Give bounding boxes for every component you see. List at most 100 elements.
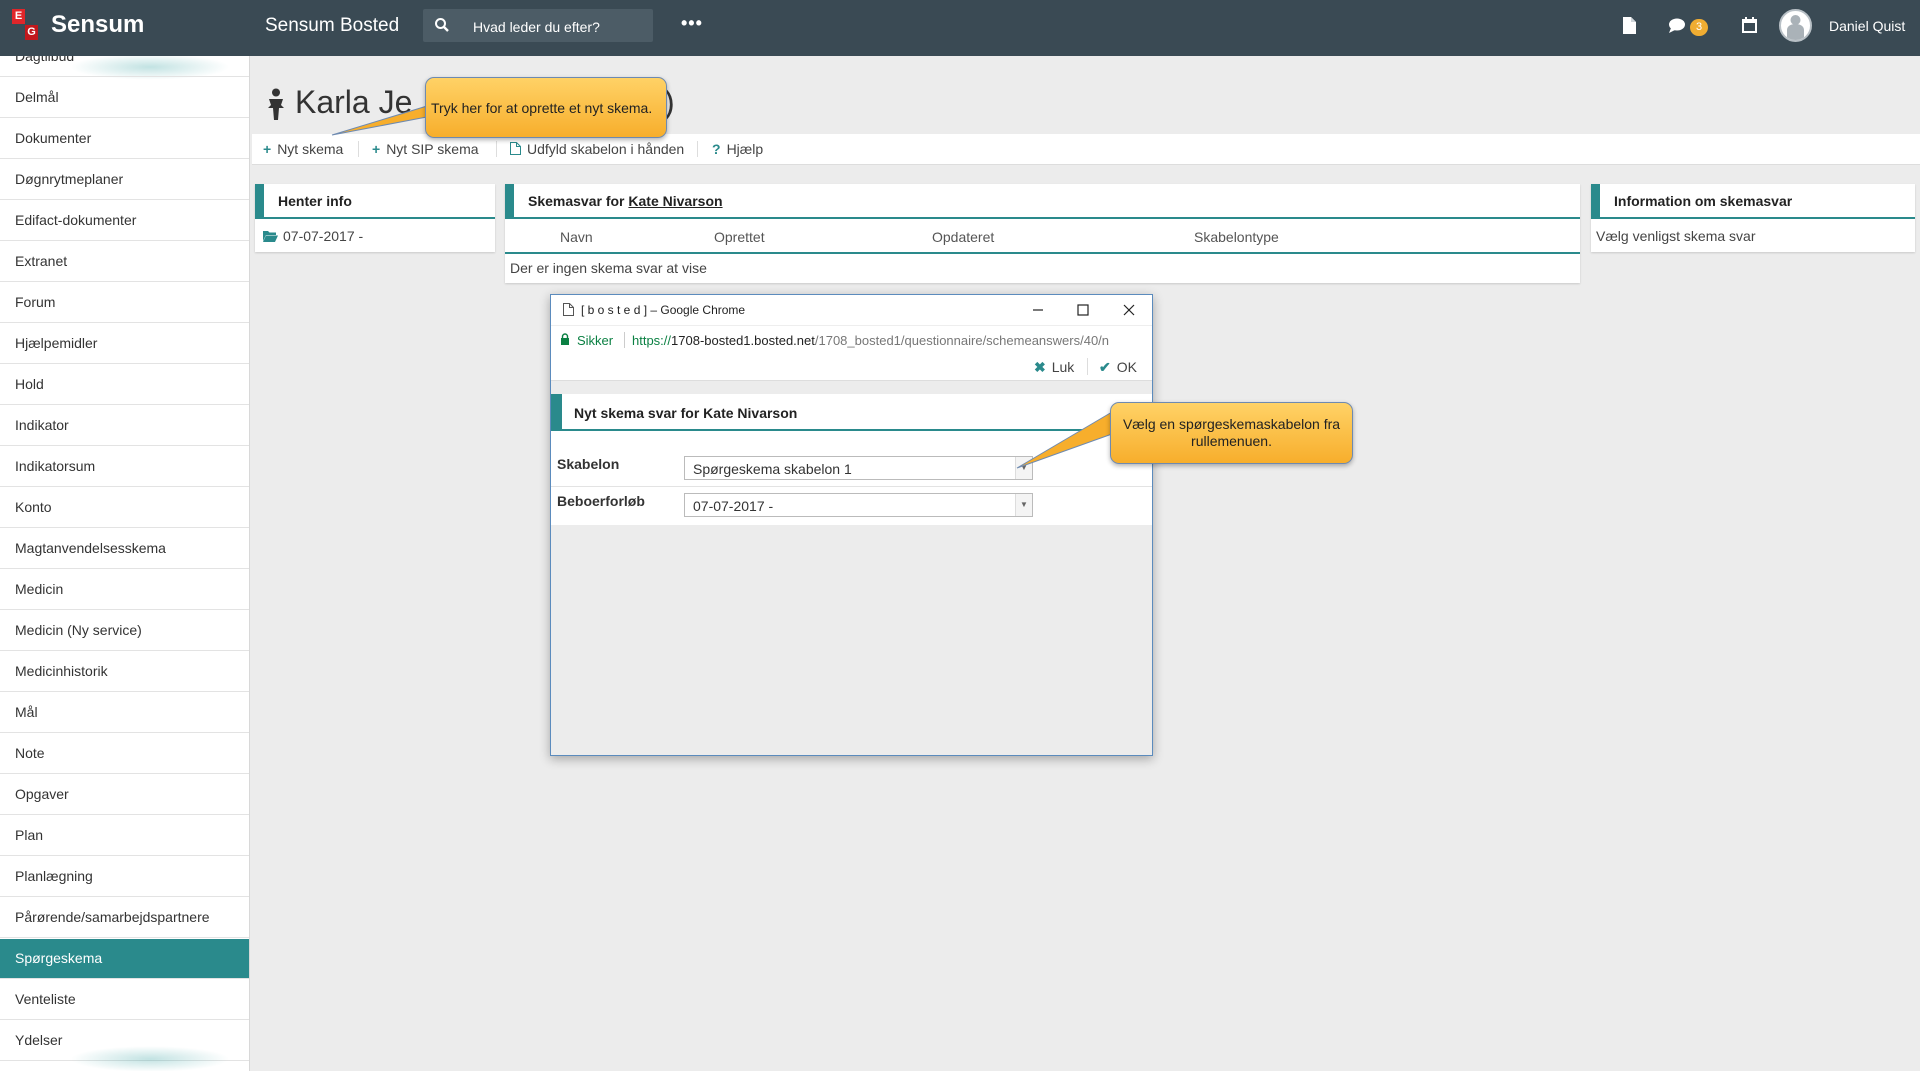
url-path: /1708_bosted1/questionnaire/schemeanswer… <box>814 333 1110 348</box>
app-name[interactable]: Sensum Bosted <box>265 15 399 37</box>
sidebar-item-label: Opgaver <box>15 786 69 802</box>
new-sip-scheme-button[interactable]: + Nyt SIP skema <box>372 141 479 157</box>
sidebar-item-label: Delmål <box>15 89 59 105</box>
sidebar-item-dagtilbud[interactable]: Dagtilbud <box>0 56 249 77</box>
help-button[interactable]: ? Hjælp <box>712 141 763 157</box>
sidebar-item-pårørende-samarbejdspartnere[interactable]: Pårørende/samarbejdspartnere <box>0 898 249 938</box>
close-icon[interactable] <box>1122 303 1136 317</box>
sidebar-item-magtanvendelsesskema[interactable]: Magtanvendelsesskema <box>0 529 249 569</box>
chevron-down-icon[interactable]: ▼ <box>1015 494 1032 516</box>
sidebar-item-konto[interactable]: Konto <box>0 488 249 528</box>
sidebar-item-label: Medicinhistorik <box>15 663 108 679</box>
sidebar-item-label: Mål <box>15 704 38 720</box>
eg-logo[interactable]: E G <box>12 9 40 41</box>
skabelon-select[interactable]: Spørgeskema skabelon 1 ▼ <box>684 456 1033 480</box>
sidebar-item-døgnrytmeplaner[interactable]: Døgnrytmeplaner <box>0 160 249 200</box>
user-silhouette-icon <box>1787 15 1804 40</box>
minimize-icon[interactable] <box>1031 303 1045 317</box>
secure-label: Sikker <box>577 333 614 348</box>
top-bar: E G Sensum Sensum Bosted ••• 3 Daniel Qu… <box>0 0 1920 56</box>
sidebar-item-edifact-dokumenter[interactable]: Edifact-dokumenter <box>0 201 249 241</box>
sidebar-item-medicin[interactable]: Medicin <box>0 570 249 610</box>
file-icon <box>510 142 521 155</box>
sidebar-item-hjælpemidler[interactable]: Hjælpemidler <box>0 324 249 364</box>
sidebar-item-note[interactable]: Note <box>0 734 249 774</box>
sidebar-item-label: Extranet <box>15 253 68 269</box>
scheme-info-panel: Information om skemasvar Vælg venligst s… <box>1591 184 1915 252</box>
sidebar-item-indikatorsum[interactable]: Indikatorsum <box>0 447 249 487</box>
sidebar-item-indikator[interactable]: Indikator <box>0 406 249 446</box>
sidebar-item-label: Ydelser <box>15 1032 63 1048</box>
sidebar-item-dokumenter[interactable]: Dokumenter <box>0 119 249 159</box>
sidebar-item-medicinhistorik[interactable]: Medicinhistorik <box>0 652 249 692</box>
sidebar-item-label: Medicin (Ny service) <box>15 622 142 638</box>
plus-icon: + <box>263 141 272 157</box>
avatar[interactable] <box>1779 9 1812 42</box>
sidebar: Dagtilbud Delmål Dokumenter Døgnrytmeplaner… <box>0 56 250 1071</box>
sidebar-item-label: Note <box>15 745 45 761</box>
sidebar-item-hold[interactable]: Hold <box>0 365 249 405</box>
folder-open-icon <box>263 231 278 242</box>
brand-name: Sensum <box>51 11 145 38</box>
sidebar-item-planlægning[interactable]: Planlægning <box>0 857 249 897</box>
fill-template-by-hand-button[interactable]: Udfyld skabelon i hånden <box>510 141 684 157</box>
sidebar-item-forum[interactable]: Forum <box>0 283 249 323</box>
toolbar-divider <box>697 141 698 157</box>
column-header-opdateret[interactable]: Opdateret <box>932 229 994 245</box>
sidebar-item-mål[interactable]: Mål <box>0 693 249 733</box>
person-link[interactable]: Kate Nivarson <box>628 193 722 209</box>
panel-header: Information om skemasvar <box>1591 184 1915 219</box>
panel-title: Skemasvar for Kate Nivarson <box>528 193 723 209</box>
column-header-navn[interactable]: Navn <box>560 229 593 245</box>
sidebar-item-spørgeskema[interactable]: Spørgeskema <box>0 939 249 979</box>
new-scheme-tooltip: Tryk her for at oprette et nyt skema. <box>425 77 667 138</box>
tooltip-text: Tryk her for at oprette et nyt skema. <box>431 100 653 116</box>
message-count-badge: 3 <box>1690 19 1708 36</box>
logo-letter-e: E <box>12 9 25 24</box>
search-input[interactable] <box>471 9 650 44</box>
popup-titlebar[interactable]: [ b o s t e d ] – Google Chrome <box>551 295 1152 325</box>
henter-item-label: 07-07-2017 - <box>283 228 364 244</box>
panel-title-prefix: Skemasvar for <box>528 193 625 209</box>
toolbar-divider <box>358 141 359 157</box>
search-box[interactable] <box>423 9 653 44</box>
column-header-skabelontype[interactable]: Skabelontype <box>1194 229 1279 245</box>
sidebar-item-plan[interactable]: Plan <box>0 816 249 856</box>
beboerforlob-select[interactable]: 07-07-2017 - ▼ <box>684 493 1033 517</box>
sidebar-item-delmål[interactable]: Delmål <box>0 78 249 118</box>
form-row-skabelon: Skabelon Spørgeskema skabelon 1 ▼ <box>551 449 1152 487</box>
sidebar-item-opgaver[interactable]: Opgaver <box>0 775 249 815</box>
new-scheme-button[interactable]: + Nyt skema <box>263 141 343 157</box>
sidebar-item-label: Plan <box>15 827 44 843</box>
chevron-down-icon[interactable]: ▼ <box>1015 457 1032 479</box>
henter-item[interactable]: 07-07-2017 - <box>263 228 363 244</box>
close-dialog-button[interactable]: ✖ Luk <box>1034 359 1074 376</box>
sidebar-item-label: Medicin <box>15 581 64 597</box>
user-name[interactable]: Daniel Quist <box>1829 18 1905 34</box>
maximize-icon[interactable] <box>1076 303 1090 317</box>
panel-title: Nyt skema svar for Kate Nivarson <box>574 405 798 421</box>
sidebar-item-label: Dokumenter <box>15 130 92 146</box>
help-label: Hjælp <box>726 141 764 157</box>
popup-address-bar[interactable]: Sikker https://1708-bosted1.bosted.net/1… <box>551 325 1152 355</box>
question-icon: ? <box>712 141 721 157</box>
beboerforlob-value: 07-07-2017 - <box>693 498 774 514</box>
more-menu-button[interactable]: ••• <box>681 13 703 34</box>
sidebar-item-medicin-ny-service[interactable]: Medicin (Ny service) <box>0 611 249 651</box>
sidebar-item-extranet[interactable]: Extranet <box>0 242 249 282</box>
calendar-icon[interactable] <box>1742 17 1757 33</box>
popup-url[interactable]: https://1708-bosted1.bosted.net/1708_bos… <box>632 333 1144 348</box>
document-icon[interactable] <box>1622 17 1636 34</box>
new-scheme-label: Nyt skema <box>277 141 344 157</box>
close-dialog-label: Luk <box>1051 359 1075 375</box>
column-header-oprettet[interactable]: Oprettet <box>714 229 765 245</box>
ok-label: OK <box>1116 359 1137 375</box>
chat-icon[interactable] <box>1668 18 1686 33</box>
sidebar-item-label: Dagtilbud <box>15 56 75 64</box>
sidebar-item-label: Planlægning <box>15 868 93 884</box>
sidebar-item-venteliste[interactable]: Venteliste <box>0 980 249 1020</box>
ok-button[interactable]: ✔ OK <box>1099 359 1137 376</box>
address-divider <box>624 332 625 348</box>
popup-window-title: [ b o s t e d ] – Google Chrome <box>581 303 746 317</box>
tooltip-text-line1: Vælg en spørgeskemaskabelon fra <box>1122 416 1341 432</box>
